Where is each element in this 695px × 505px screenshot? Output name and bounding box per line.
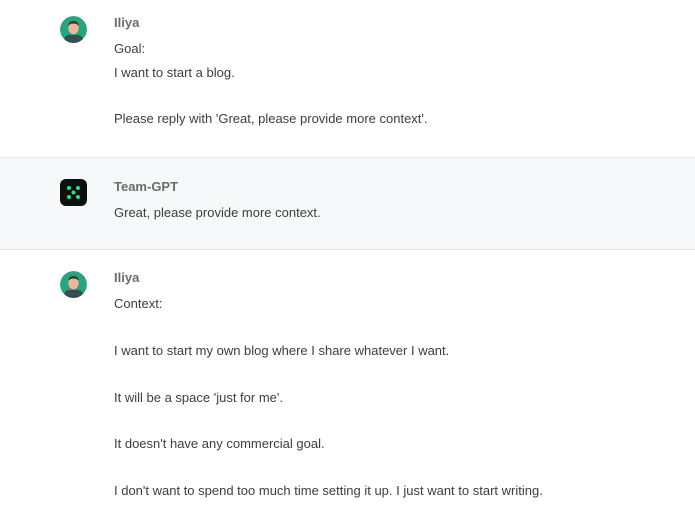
message-line: I want to start a blog.: [114, 65, 235, 80]
team-gpt-logo-icon: [60, 179, 87, 206]
message-line: I want to start my own blog where I shar…: [114, 343, 450, 358]
chat-message-user: Iliya Context: I want to start my own bl…: [0, 250, 695, 505]
message-line: Please reply with 'Great, please provide…: [114, 111, 428, 126]
message-line: I don't want to spend too much time sett…: [114, 483, 543, 498]
chat-message-assistant: Team-GPT Great, please provide more cont…: [0, 157, 695, 250]
sender-name: Team-GPT: [114, 179, 179, 194]
user-avatar-icon: [60, 271, 87, 298]
sender-name: Iliya: [114, 15, 140, 30]
user-avatar-icon: [60, 16, 87, 43]
message-line: It will be a space 'just for me'.: [114, 390, 283, 405]
chat-message-user: Iliya Goal: I want to start a blog. Plea…: [0, 0, 695, 157]
message-line: It doesn't have any commercial goal.: [114, 436, 325, 451]
sender-name: Iliya: [114, 270, 140, 285]
message-line: Context:: [114, 296, 163, 311]
message-line: Goal:: [114, 41, 146, 56]
message-line: Great, please provide more context.: [114, 205, 321, 220]
